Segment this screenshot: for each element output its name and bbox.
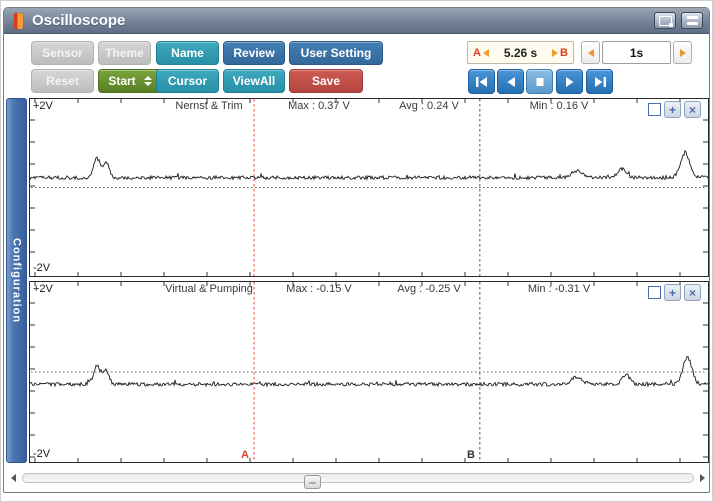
right-arrow-icon: [679, 48, 686, 57]
panel-controls: + ×: [648, 284, 701, 301]
skip-to-start-button[interactable]: [468, 69, 495, 94]
step-backward-icon: [507, 76, 515, 87]
interval-value: 1s: [629, 45, 644, 60]
viewall-button[interactable]: ViewAll: [223, 69, 285, 93]
step-backward-button[interactable]: [497, 69, 524, 94]
range-a-label: A: [473, 46, 481, 59]
reset-button[interactable]: Reset: [31, 69, 94, 93]
name-button[interactable]: Name: [156, 41, 219, 65]
scrollbar-track[interactable]: [22, 473, 694, 489]
cursor-b-marker[interactable]: B: [467, 449, 475, 461]
skip-to-end-icon: [594, 76, 606, 87]
play-button[interactable]: [556, 69, 583, 94]
start-button-label: Start: [108, 74, 136, 88]
configuration-tab[interactable]: Configuration: [6, 98, 27, 463]
oscilloscope-window: Oscilloscope Sensor Theme Name Review Us…: [3, 7, 710, 493]
panel-controls: + ×: [648, 101, 701, 118]
cursor-button[interactable]: Cursor: [156, 69, 219, 93]
avg-stat: Avg : 0.24 V: [399, 100, 459, 112]
user-setting-button[interactable]: User Setting: [289, 41, 383, 65]
y-top-label: +2V: [33, 283, 53, 295]
y-top-label: +2V: [33, 100, 53, 112]
sensor-button[interactable]: Sensor: [31, 41, 94, 65]
panel-nernst-trim: +2V -2V Nernst & Trim Max : 0.37 V Avg :…: [29, 98, 709, 277]
review-button[interactable]: Review: [223, 41, 285, 65]
stop-icon: [536, 77, 543, 86]
horizontal-scrollbar[interactable]: [9, 470, 707, 489]
title-bar[interactable]: Oscilloscope: [4, 8, 709, 34]
scroll-right-icon[interactable]: [700, 474, 705, 482]
skip-to-start-icon: [475, 76, 487, 87]
stop-button[interactable]: [526, 69, 553, 94]
zoom-in-button[interactable]: +: [664, 284, 681, 301]
theme-button[interactable]: Theme: [98, 41, 151, 65]
panel-virtual-pumping: +2V -2V Virtual & Pumping Max : -0.15 V …: [29, 281, 709, 463]
zoom-in-button[interactable]: +: [664, 101, 681, 118]
range-b-arrow-icon: [552, 48, 559, 57]
y-bottom-label: -2V: [33, 448, 51, 460]
max-stat: Max : -0.15 V: [286, 283, 352, 295]
play-icon: [565, 76, 573, 87]
channel-checkbox[interactable]: [648, 286, 661, 299]
configuration-tab-label: Configuration: [10, 237, 23, 324]
cursor-a-marker[interactable]: A: [241, 449, 249, 461]
interval-decrease-button[interactable]: [581, 41, 600, 64]
scroll-left-icon[interactable]: [11, 474, 16, 482]
close-panel-button[interactable]: ×: [684, 101, 701, 118]
screen: Oscilloscope Sensor Theme Name Review Us…: [0, 0, 713, 502]
popout-window-button[interactable]: [654, 12, 676, 29]
stacked-windows-icon: [686, 16, 698, 25]
scrollbar-thumb[interactable]: [304, 475, 322, 489]
channel-checkbox[interactable]: [648, 103, 661, 116]
max-stat: Max : 0.37 V: [288, 100, 350, 112]
waveform-plot-nernst-trim[interactable]: [29, 98, 709, 277]
popout-window-icon: [658, 15, 673, 27]
interval-input[interactable]: 1s: [602, 41, 671, 64]
ab-range-value: 5.26 s: [503, 45, 538, 60]
minimize-button[interactable]: [681, 12, 703, 29]
start-spinner-icon: [143, 76, 152, 86]
min-stat: Min : -0.31 V: [527, 283, 591, 295]
skip-to-end-button[interactable]: [586, 69, 613, 94]
y-bottom-label: -2V: [33, 262, 51, 274]
close-panel-button[interactable]: ×: [684, 284, 701, 301]
start-button[interactable]: Start: [98, 69, 162, 93]
panel-title: Nernst & Trim: [175, 100, 243, 112]
min-stat: Min : 0.16 V: [529, 100, 589, 112]
panel-title: Virtual & Pumping: [165, 283, 253, 295]
waveform-plot-virtual-pumping[interactable]: [29, 281, 709, 463]
oscilloscope-app-icon: [14, 12, 23, 29]
range-b-label: B: [560, 46, 568, 59]
window-buttons: [654, 12, 703, 29]
ab-range-display[interactable]: A 5.26 s B: [467, 41, 574, 64]
save-button[interactable]: Save: [289, 69, 363, 93]
window-title: Oscilloscope: [32, 12, 126, 29]
left-arrow-icon: [587, 48, 594, 57]
interval-increase-button[interactable]: [673, 41, 692, 64]
avg-stat: Avg : -0.25 V: [397, 283, 461, 295]
